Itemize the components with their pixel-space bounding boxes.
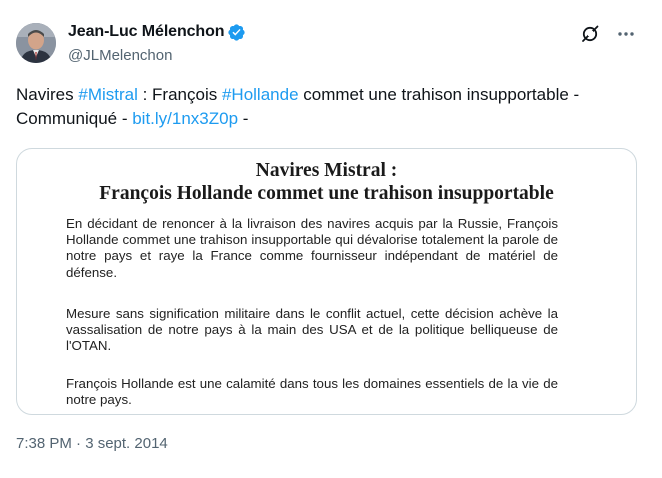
tweet: Jean-Luc Mélenchon @JLMelenchon Navires … <box>0 0 662 478</box>
more-icon[interactable] <box>616 24 636 44</box>
document-title-line2: François Hollande commet une trahison in… <box>99 183 554 204</box>
hashtag-hollande-link[interactable]: #Hollande <box>222 85 299 104</box>
media-card[interactable]: Navires Mistral : François Hollande comm… <box>16 148 637 415</box>
avatar-image <box>16 23 56 63</box>
top-actions <box>580 24 636 44</box>
communique-document: Navires Mistral : François Hollande comm… <box>17 149 636 414</box>
short-url-link[interactable]: bit.ly/1nx3Z0p <box>132 109 238 128</box>
display-name[interactable]: Jean-Luc Mélenchon <box>68 23 225 41</box>
timestamp[interactable]: 7:38 PM · 3 sept. 2014 <box>16 435 168 452</box>
grok-icon[interactable] <box>580 24 600 44</box>
name-row: Jean-Luc Mélenchon <box>68 22 246 42</box>
author-block: Jean-Luc Mélenchon @JLMelenchon <box>68 22 246 64</box>
tweet-text: Navires #Mistral : François #Hollande co… <box>16 83 616 131</box>
tweet-text-part: - <box>238 109 249 128</box>
document-paragraph-2: Mesure sans signification militaire dans… <box>66 306 558 354</box>
document-title: Navires Mistral : François Hollande comm… <box>17 159 636 205</box>
tweet-text-part: Navires <box>16 85 79 104</box>
document-paragraph-1: En décidant de renoncer à la livraison d… <box>66 216 558 280</box>
handle[interactable]: @JLMelenchon <box>68 47 246 64</box>
document-title-line1: Navires Mistral : <box>255 160 398 181</box>
hashtag-mistral-link[interactable]: #Mistral <box>78 85 138 104</box>
avatar[interactable] <box>16 23 56 63</box>
document-paragraph-3: François Hollande est une calamité dans … <box>66 376 558 408</box>
verified-badge-icon <box>227 23 246 42</box>
tweet-text-part: : François <box>137 85 222 104</box>
